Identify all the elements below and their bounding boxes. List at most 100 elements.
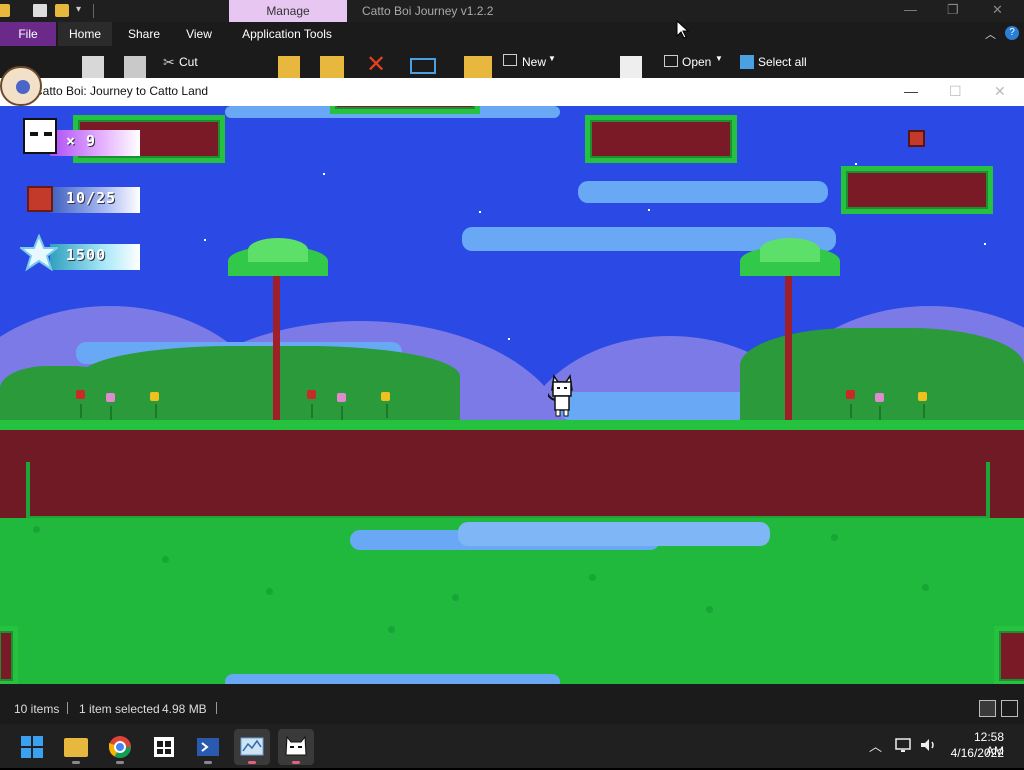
flower-stem [879,406,881,420]
properties-icon[interactable] [620,56,642,78]
bush [80,346,460,422]
move-to-icon[interactable] [278,56,300,78]
taskbar-resource-monitor[interactable] [234,729,270,765]
copy-to-icon[interactable] [320,56,344,78]
rename-icon[interactable] [410,58,436,74]
chevron-down-icon[interactable]: ▼ [548,54,556,63]
open-button[interactable]: Open [682,55,711,69]
game-canvas[interactable]: × 9 10/25 1500 [0,106,1024,684]
chrome-icon [109,736,131,758]
tab-manage[interactable]: Manage [229,0,347,22]
new-folder-icon[interactable] [464,56,492,78]
divider [93,4,94,18]
powershell-icon [197,738,219,756]
star [508,338,510,340]
star [855,163,857,165]
ground-platform-edge [0,626,18,684]
minimize-icon[interactable]: — [904,2,917,17]
taskbar-chrome[interactable] [102,729,138,765]
minimize-icon[interactable]: — [904,83,918,99]
cut-icon[interactable]: ✂ [163,54,175,71]
cloud [458,522,770,546]
crates-count: 10/25 [66,189,117,207]
star-score-icon [20,234,58,272]
tab-home[interactable]: Home [58,22,112,46]
crate-pickup [908,130,925,147]
selection-size: 4.98 MB [162,702,207,716]
pink-flower [337,393,346,402]
grass-dot [33,526,40,533]
cloud [578,181,828,203]
delete-icon[interactable]: ✕ [366,50,386,79]
taskbar: ︿ 12:58 AM 4/16/2022 [0,724,1024,768]
properties-icon[interactable] [33,4,47,17]
volume-icon[interactable] [918,736,938,754]
close-icon[interactable]: ✕ [992,2,1003,18]
floating-platform [330,106,480,114]
selection-count: 1 item selected [79,702,160,716]
ribbon: ✂ Cut ✕ New ▼ Open ▼ Select all [0,46,1024,78]
tab-application-tools[interactable]: Application Tools [232,22,342,46]
flower-stem [80,404,82,418]
select-all-icon[interactable] [740,55,754,69]
restore-icon[interactable]: ❐ [947,2,959,18]
red-flower [307,390,316,399]
red-flower [846,390,855,399]
large-icons-view-icon[interactable] [1001,700,1018,717]
details-view-icon[interactable] [979,700,996,717]
new-folder-icon[interactable] [55,4,69,17]
grass-dot [452,594,459,601]
help-icon[interactable]: ? [1005,26,1019,40]
yellow-flower [381,392,390,401]
paste-icon[interactable] [124,56,146,78]
select-all-button[interactable]: Select all [758,55,807,69]
show-hidden-icons-icon[interactable]: ︿ [869,736,882,755]
taskbar-store[interactable] [146,729,182,765]
tab-view[interactable]: View [176,22,222,46]
clock-date[interactable]: 4/16/2022 [950,746,1004,760]
yellow-flower [918,392,927,401]
close-icon[interactable]: ✕ [994,83,1006,100]
flower-stem [110,406,112,420]
maximize-icon[interactable]: ☐ [949,83,962,100]
customize-quick-access-icon[interactable]: ▾ [76,4,81,15]
star [479,211,481,213]
taskbar-catto-boi[interactable] [278,729,314,765]
chevron-down-icon[interactable]: ▼ [715,54,723,63]
new-item-icon[interactable] [503,54,517,66]
tab-file[interactable]: File [0,22,56,46]
open-icon[interactable] [664,55,678,67]
collapse-ribbon-icon[interactable]: ︿ [985,26,996,42]
game-window-titlebar: Catto Boi: Journey to Catto Land [0,78,1024,106]
grass-dot [922,584,929,591]
ground-dirt-border [26,462,990,520]
flower-stem [341,406,343,420]
red-flower [76,390,85,399]
status-bar: 10 items 1 item selected 4.98 MB [0,684,1024,724]
cut-button[interactable]: Cut [179,55,198,69]
folder-icon [64,738,88,757]
grass-dot [831,534,838,541]
star [984,243,986,245]
copy-icon[interactable] [82,56,104,78]
ground-grass [0,420,1024,430]
taskbar-file-explorer[interactable] [58,729,94,765]
palm-leaves [760,238,820,262]
tab-share[interactable]: Share [118,22,170,46]
item-count: 10 items [14,702,60,716]
new-item-button[interactable]: New [522,55,546,69]
start-button[interactable] [14,729,50,765]
grass-dot [388,626,395,633]
flower-stem [850,404,852,418]
score-value: 1500 [66,246,107,264]
folder-icon[interactable] [0,4,10,17]
yellow-flower [150,392,159,401]
windows-icon [21,736,43,758]
network-icon[interactable] [894,736,914,754]
cat-app-icon [285,735,307,756]
taskbar-powershell[interactable] [190,729,226,765]
ribbon-tabs: File Home Share View Application Tools [0,22,1024,46]
grass-dot [589,574,596,581]
cat-lives-icon [23,118,57,154]
lives-count: × 9 [66,132,97,150]
